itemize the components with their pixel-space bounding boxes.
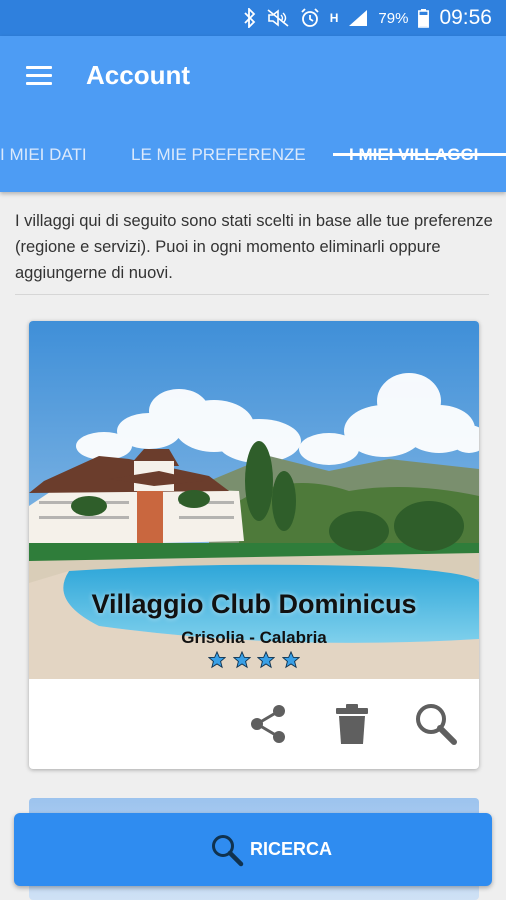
tab-le-mie-preferenze[interactable]: LE MIE PREFERENZE bbox=[131, 132, 306, 192]
menu-icon[interactable] bbox=[26, 66, 52, 86]
search-icon[interactable] bbox=[413, 701, 459, 747]
intro-text: I villaggi qui di seguito sono stati sce… bbox=[15, 212, 493, 282]
star-icon bbox=[281, 651, 300, 669]
village-name: Villaggio Club Dominicus bbox=[91, 589, 417, 619]
tab-bar: I MIEI DATI LE MIE PREFERENZE I MIEI VIL… bbox=[0, 132, 506, 192]
battery-icon bbox=[418, 8, 430, 28]
signal-icon bbox=[349, 10, 368, 26]
trash-icon[interactable] bbox=[329, 701, 375, 747]
app-bar: Account I MIEI DATI LE MIE PREFERENZE I … bbox=[0, 36, 506, 192]
divider bbox=[15, 294, 489, 295]
village-location: Grisolia - Calabria bbox=[181, 628, 327, 647]
card-actions bbox=[29, 679, 479, 769]
clock: 09:56 bbox=[439, 6, 492, 29]
star-rating bbox=[29, 651, 479, 674]
page-title: Account bbox=[86, 60, 190, 90]
star-icon bbox=[232, 651, 251, 669]
share-icon[interactable] bbox=[245, 701, 291, 747]
star-icon bbox=[208, 651, 227, 669]
tab-i-miei-dati[interactable]: I MIEI DATI bbox=[0, 132, 87, 192]
bluetooth-icon bbox=[244, 8, 256, 28]
search-button[interactable]: RICERCA bbox=[14, 813, 492, 886]
village-photo bbox=[29, 321, 479, 679]
search-icon bbox=[212, 835, 244, 867]
network-type: H bbox=[329, 11, 339, 25]
village-card[interactable]: Villaggio Club Dominicus Grisolia - Cala… bbox=[29, 321, 479, 769]
mute-icon bbox=[267, 9, 289, 27]
alarm-icon bbox=[301, 8, 319, 27]
star-icon bbox=[257, 651, 276, 669]
status-bar: H 79% 09:56 bbox=[0, 0, 506, 36]
tab-indicator bbox=[333, 153, 506, 156]
tab-i-miei-villaggi[interactable]: I MIEI VILLAGGI bbox=[349, 132, 478, 192]
battery-percentage: 79% bbox=[378, 9, 409, 27]
search-button-label: RICERCA bbox=[250, 839, 333, 859]
